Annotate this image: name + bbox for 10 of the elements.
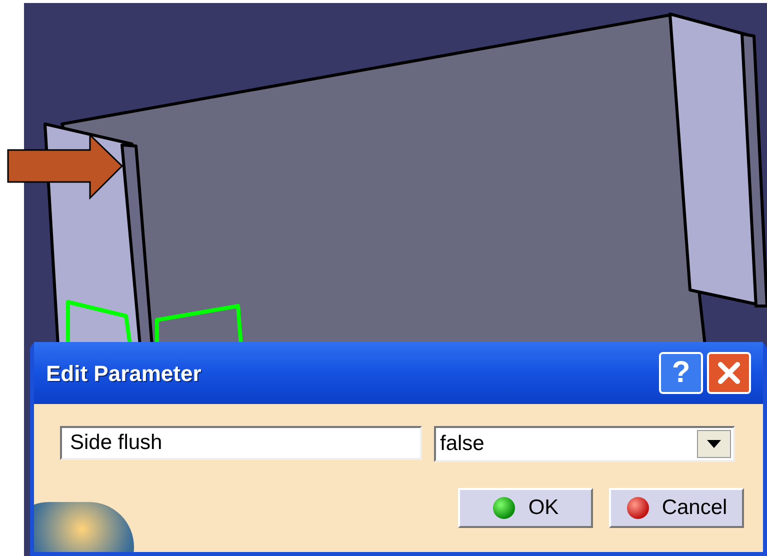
close-button[interactable]	[707, 352, 751, 394]
dialog-title: Edit Parameter	[46, 360, 202, 388]
status-ball-icon	[626, 496, 650, 520]
dialog-button[interactable]: OK	[458, 488, 593, 528]
dropdown-value: false	[440, 431, 484, 458]
parameter-value-dropdown[interactable]: false	[434, 426, 735, 462]
help-button[interactable]: ?	[659, 352, 703, 394]
status-ball-icon	[492, 496, 516, 520]
dialog-button[interactable]: Cancel	[609, 488, 744, 528]
parameter-name-field[interactable]: Side flush	[60, 426, 422, 460]
